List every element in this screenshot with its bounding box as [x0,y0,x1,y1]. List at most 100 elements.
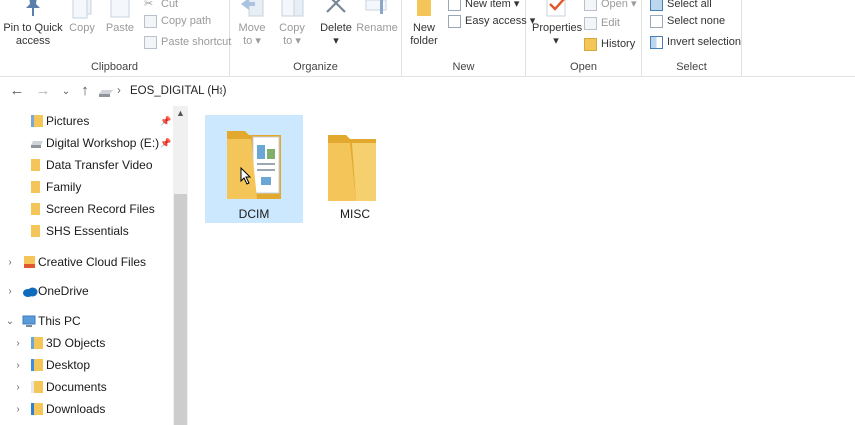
nav-item-onedrive[interactable]: › OneDrive [0,280,172,302]
folder-icon [31,159,40,171]
move-to-icon [241,0,264,17]
nav-item-digital-workshop[interactable]: Digital Workshop (E:) 📌 [0,132,172,154]
navigation-pane: Pictures 📌 Digital Workshop (E:) 📌 Data … [0,106,188,425]
folder-tile-dcim[interactable]: DCIM [205,115,303,223]
3d-objects-folder-icon [31,337,43,349]
nav-item-creative-cloud-files[interactable]: › Creative Cloud Files [0,251,172,273]
invert-selection-button[interactable]: Invert selection [650,34,741,50]
paste-shortcut-button[interactable]: Paste shortcut [144,34,231,50]
ribbon: Pin to Quick access Copy Paste ✂ Cut Cop… [0,0,855,77]
nav-item-data-transfer-video[interactable]: Data Transfer Video [0,154,172,176]
rename-button[interactable]: Rename [356,0,398,35]
paste-shortcut-icon [144,35,157,49]
folder-with-documents-icon [227,131,281,199]
new-item-icon [448,0,461,11]
open-group-label: Open [570,61,597,73]
copy-button[interactable]: Copy [66,0,98,35]
creative-cloud-folder-icon [24,256,35,268]
nav-item-3d-objects[interactable]: › 3D Objects [0,332,172,354]
history-icon [584,37,597,51]
nav-item-desktop[interactable]: › Desktop [0,354,172,376]
breadcrumb-separator-end: › [219,85,223,97]
computer-icon [22,315,36,327]
paste-button[interactable]: Paste [102,0,138,35]
chevron-right-icon[interactable]: › [12,404,24,415]
copy-icon [72,0,92,19]
drive-icon [31,141,43,148]
breadcrumb-separator: › [117,85,121,97]
nav-pane-scrollbar[interactable]: ▲ [173,106,188,425]
nav-item-shs-essentials[interactable]: SHS Essentials [0,220,172,242]
nav-item-screen-record-files[interactable]: Screen Record Files [0,198,172,220]
new-item-button[interactable]: New item ▾ [448,0,519,12]
folder-icon [31,181,40,193]
open-icon [584,0,597,11]
nav-item-this-pc[interactable]: ⌄ This PC [0,310,172,332]
new-folder-button[interactable]: New folder [406,0,442,48]
select-all-button[interactable]: Select all [650,0,712,12]
folder-tile-misc[interactable]: MISC [306,115,404,223]
forward-button[interactable]: → [34,82,52,99]
chevron-right-icon[interactable]: › [12,360,24,371]
file-list: DCIM MISC [188,106,855,425]
pictures-folder-icon [31,115,43,127]
properties-button[interactable]: Properties ▾ [532,0,582,48]
pin-icon[interactable]: 📌 [160,138,171,149]
back-button[interactable]: ← [8,82,26,99]
desktop-folder-icon [31,359,43,371]
select-group: Select all Select none Invert selection … [642,0,742,76]
select-all-icon [650,0,663,11]
new-group-label: New [452,61,475,73]
scroll-up-arrow-icon[interactable]: ▲ [173,108,188,122]
pin-icon [26,0,40,16]
pin-to-quick-access-button[interactable]: Pin to Quick access [2,0,64,48]
chevron-right-icon[interactable]: › [4,286,16,297]
nav-item-documents[interactable]: › Documents [0,376,172,398]
folder-icon [328,135,376,201]
folder-label: MISC [340,207,370,221]
select-none-button[interactable]: Select none [650,13,725,29]
edit-icon [584,16,597,30]
organize-group-label: Organize [293,61,338,73]
rename-icon [365,0,387,14]
pin-icon[interactable]: 📌 [160,116,171,127]
move-to-button[interactable]: Move to ▾ [234,0,270,48]
chevron-right-icon[interactable]: › [12,382,24,393]
nav-item-family[interactable]: Family [0,176,172,198]
edit-button[interactable]: Edit [584,15,620,31]
address-path[interactable]: › EOS_DIGITAL (H:) › [96,78,855,106]
delete-x-icon [326,0,346,13]
folder-icon [31,203,40,215]
downloads-folder-icon [31,403,43,415]
open-group: Properties ▾ Open ▾ Edit History Open [526,0,642,76]
address-bar: ← → ⌄ ↑ › EOS_DIGITAL (H:) › [0,78,855,106]
nav-item-downloads[interactable]: › Downloads [0,398,172,420]
nav-item-pictures[interactable]: Pictures 📌 [0,110,172,132]
open-button[interactable]: Open ▾ [584,0,637,12]
history-button[interactable]: History [584,36,635,52]
drive-icon [99,90,113,97]
copy-path-icon [144,14,157,28]
copy-to-button[interactable]: Copy to ▾ [274,0,310,48]
new-group: New folder New item ▾ Easy access ▾ New [402,0,535,76]
copy-path-button[interactable]: Copy path [144,13,211,29]
organize-group: Move to ▾ Copy to ▾ Delete ▾ Rename Orga… [230,0,402,76]
folder-icon [31,225,40,237]
properties-check-icon [546,0,566,17]
select-group-label: Select [676,61,707,73]
up-button[interactable]: ↑ [76,82,94,99]
breadcrumb-drive[interactable]: EOS_DIGITAL (H:) [130,85,227,97]
cut-button[interactable]: ✂ Cut [144,0,178,12]
scrollbar-thumb[interactable] [174,194,187,425]
select-none-icon [650,14,663,28]
clipboard-group-label: Clipboard [90,61,139,73]
scissors-icon: ✂ [144,0,154,10]
chevron-right-icon[interactable]: › [12,338,24,349]
chevron-down-icon[interactable]: ⌄ [4,316,16,327]
recent-locations-button[interactable]: ⌄ [57,86,75,97]
easy-access-icon [448,14,461,28]
chevron-right-icon[interactable]: › [4,257,16,268]
delete-button[interactable]: Delete ▾ [318,0,354,48]
folder-label: DCIM [238,207,270,221]
easy-access-button[interactable]: Easy access ▾ [448,13,535,29]
